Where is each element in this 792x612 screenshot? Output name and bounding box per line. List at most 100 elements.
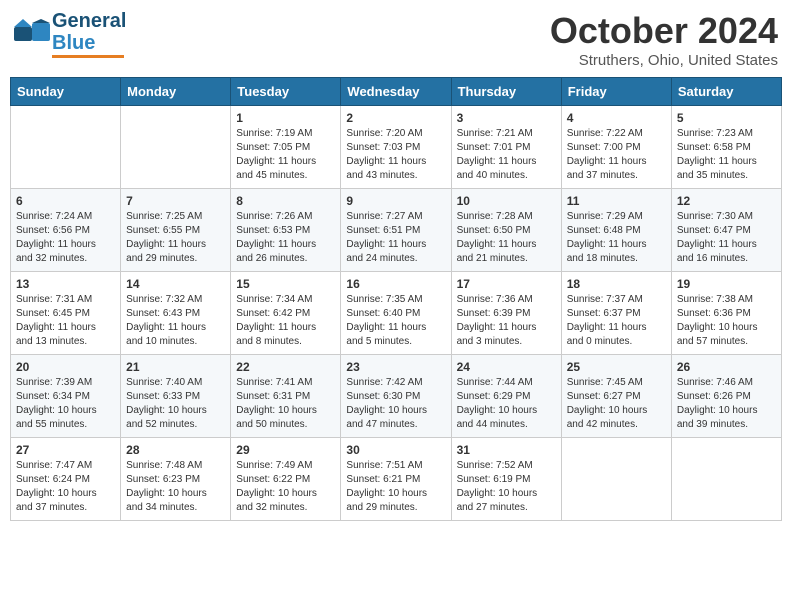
day-number: 5	[677, 111, 776, 125]
calendar-cell: 8 Sunrise: 7:26 AM Sunset: 6:53 PM Daylig…	[231, 189, 341, 272]
day-content: Sunrise: 7:35 AM Sunset: 6:40 PM Dayligh…	[346, 293, 445, 349]
day-content: Sunrise: 7:37 AM Sunset: 6:37 PM Dayligh…	[567, 293, 666, 349]
calendar-cell: 2 Sunrise: 7:20 AM Sunset: 7:03 PM Daylig…	[341, 106, 451, 189]
day-number: 21	[126, 360, 225, 374]
page-header: General Blue October 2024 Struthers, Ohi…	[10, 10, 782, 69]
day-content: Sunrise: 7:52 AM Sunset: 6:19 PM Dayligh…	[457, 459, 556, 515]
calendar-cell: 31 Sunrise: 7:52 AM Sunset: 6:19 PM Dayli…	[451, 438, 561, 521]
day-content: Sunrise: 7:23 AM Sunset: 6:58 PM Dayligh…	[677, 127, 776, 183]
calendar-cell: 22 Sunrise: 7:41 AM Sunset: 6:31 PM Dayli…	[231, 355, 341, 438]
calendar-cell: 17 Sunrise: 7:36 AM Sunset: 6:39 PM Dayli…	[451, 272, 561, 355]
location: Struthers, Ohio, United States	[550, 52, 778, 69]
logo: General Blue	[14, 10, 126, 58]
day-number: 17	[457, 277, 556, 291]
day-number: 3	[457, 111, 556, 125]
day-number: 31	[457, 443, 556, 457]
day-number: 8	[236, 194, 335, 208]
day-content: Sunrise: 7:29 AM Sunset: 6:48 PM Dayligh…	[567, 210, 666, 266]
day-number: 18	[567, 277, 666, 291]
calendar-cell: 5 Sunrise: 7:23 AM Sunset: 6:58 PM Daylig…	[671, 106, 781, 189]
day-number: 12	[677, 194, 776, 208]
day-number: 16	[346, 277, 445, 291]
day-content: Sunrise: 7:27 AM Sunset: 6:51 PM Dayligh…	[346, 210, 445, 266]
logo-underline	[52, 55, 124, 58]
calendar-cell: 24Sunrise: 7:44 AM Sunset: 6:29 PM Dayli…	[451, 355, 561, 438]
day-content: Sunrise: 7:46 AM Sunset: 6:26 PM Dayligh…	[677, 376, 776, 432]
day-content: Sunrise: 7:48 AM Sunset: 6:23 PM Dayligh…	[126, 459, 225, 515]
day-content: Sunrise: 7:42 AM Sunset: 6:30 PM Dayligh…	[346, 376, 445, 432]
day-number: 7	[126, 194, 225, 208]
day-content: Sunrise: 7:51 AM Sunset: 6:21 PM Dayligh…	[346, 459, 445, 515]
day-content: Sunrise: 7:39 AM Sunset: 6:34 PM Dayligh…	[16, 376, 115, 432]
calendar-cell: 4 Sunrise: 7:22 AM Sunset: 7:00 PM Daylig…	[561, 106, 671, 189]
calendar-cell: 14 Sunrise: 7:32 AM Sunset: 6:43 PM Dayli…	[121, 272, 231, 355]
calendar-cell: 30 Sunrise: 7:51 AM Sunset: 6:21 PM Dayli…	[341, 438, 451, 521]
logo-text-blue: Blue	[52, 32, 126, 54]
calendar-week-row: 27 Sunrise: 7:47 AM Sunset: 6:24 PM Dayli…	[11, 438, 782, 521]
day-number: 6	[16, 194, 115, 208]
calendar-cell: 10 Sunrise: 7:28 AM Sunset: 6:50 PM Dayli…	[451, 189, 561, 272]
calendar-cell: 18 Sunrise: 7:37 AM Sunset: 6:37 PM Dayli…	[561, 272, 671, 355]
day-header-thursday: Thursday	[451, 78, 561, 106]
calendar-cell: 25 Sunrise: 7:45 AM Sunset: 6:27 PM Dayli…	[561, 355, 671, 438]
calendar-week-row: 13Sunrise: 7:31 AM Sunset: 6:45 PM Dayli…	[11, 272, 782, 355]
calendar-cell	[121, 106, 231, 189]
day-content: Sunrise: 7:32 AM Sunset: 6:43 PM Dayligh…	[126, 293, 225, 349]
day-content: Sunrise: 7:20 AM Sunset: 7:03 PM Dayligh…	[346, 127, 445, 183]
day-header-monday: Monday	[121, 78, 231, 106]
day-header-sunday: Sunday	[11, 78, 121, 106]
day-content: Sunrise: 7:28 AM Sunset: 6:50 PM Dayligh…	[457, 210, 556, 266]
calendar-cell	[561, 438, 671, 521]
calendar-cell: 1 Sunrise: 7:19 AM Sunset: 7:05 PM Daylig…	[231, 106, 341, 189]
calendar-cell: 19 Sunrise: 7:38 AM Sunset: 6:36 PM Dayli…	[671, 272, 781, 355]
day-content: Sunrise: 7:25 AM Sunset: 6:55 PM Dayligh…	[126, 210, 225, 266]
day-number: 2	[346, 111, 445, 125]
calendar-cell: 7 Sunrise: 7:25 AM Sunset: 6:55 PM Daylig…	[121, 189, 231, 272]
calendar-cell: 21 Sunrise: 7:40 AM Sunset: 6:33 PM Dayli…	[121, 355, 231, 438]
day-content: Sunrise: 7:21 AM Sunset: 7:01 PM Dayligh…	[457, 127, 556, 183]
day-content: Sunrise: 7:22 AM Sunset: 7:00 PM Dayligh…	[567, 127, 666, 183]
calendar-cell: 9 Sunrise: 7:27 AM Sunset: 6:51 PM Daylig…	[341, 189, 451, 272]
day-content: Sunrise: 7:41 AM Sunset: 6:31 PM Dayligh…	[236, 376, 335, 432]
day-number: 4	[567, 111, 666, 125]
day-number: 25	[567, 360, 666, 374]
day-number: 19	[677, 277, 776, 291]
calendar-table: SundayMondayTuesdayWednesdayThursdayFrid…	[10, 77, 782, 521]
logo-icon	[14, 19, 50, 49]
day-header-saturday: Saturday	[671, 78, 781, 106]
day-number: 13	[16, 277, 115, 291]
day-content: Sunrise: 7:49 AM Sunset: 6:22 PM Dayligh…	[236, 459, 335, 515]
day-number: 1	[236, 111, 335, 125]
calendar-cell: 12 Sunrise: 7:30 AM Sunset: 6:47 PM Dayli…	[671, 189, 781, 272]
day-number: 29	[236, 443, 335, 457]
day-header-tuesday: Tuesday	[231, 78, 341, 106]
day-content: Sunrise: 7:19 AM Sunset: 7:05 PM Dayligh…	[236, 127, 335, 183]
calendar-week-row: 6Sunrise: 7:24 AM Sunset: 6:56 PM Daylig…	[11, 189, 782, 272]
day-content: Sunrise: 7:38 AM Sunset: 6:36 PM Dayligh…	[677, 293, 776, 349]
day-number: 10	[457, 194, 556, 208]
month-title: October 2024	[550, 10, 778, 52]
calendar-cell: 27 Sunrise: 7:47 AM Sunset: 6:24 PM Dayli…	[11, 438, 121, 521]
day-content: Sunrise: 7:36 AM Sunset: 6:39 PM Dayligh…	[457, 293, 556, 349]
calendar-cell	[671, 438, 781, 521]
day-number: 9	[346, 194, 445, 208]
day-header-friday: Friday	[561, 78, 671, 106]
day-number: 27	[16, 443, 115, 457]
day-content: Sunrise: 7:40 AM Sunset: 6:33 PM Dayligh…	[126, 376, 225, 432]
day-content: Sunrise: 7:30 AM Sunset: 6:47 PM Dayligh…	[677, 210, 776, 266]
day-number: 30	[346, 443, 445, 457]
day-number: 22	[236, 360, 335, 374]
calendar-header-row: SundayMondayTuesdayWednesdayThursdayFrid…	[11, 78, 782, 106]
day-content: Sunrise: 7:26 AM Sunset: 6:53 PM Dayligh…	[236, 210, 335, 266]
day-number: 26	[677, 360, 776, 374]
calendar-cell	[11, 106, 121, 189]
calendar-cell: 11Sunrise: 7:29 AM Sunset: 6:48 PM Dayli…	[561, 189, 671, 272]
day-content: Sunrise: 7:45 AM Sunset: 6:27 PM Dayligh…	[567, 376, 666, 432]
calendar-week-row: 20Sunrise: 7:39 AM Sunset: 6:34 PM Dayli…	[11, 355, 782, 438]
calendar-cell: 3 Sunrise: 7:21 AM Sunset: 7:01 PM Daylig…	[451, 106, 561, 189]
calendar-cell: 23Sunrise: 7:42 AM Sunset: 6:30 PM Dayli…	[341, 355, 451, 438]
calendar-cell: 20Sunrise: 7:39 AM Sunset: 6:34 PM Dayli…	[11, 355, 121, 438]
day-number: 14	[126, 277, 225, 291]
day-header-wednesday: Wednesday	[341, 78, 451, 106]
day-content: Sunrise: 7:47 AM Sunset: 6:24 PM Dayligh…	[16, 459, 115, 515]
